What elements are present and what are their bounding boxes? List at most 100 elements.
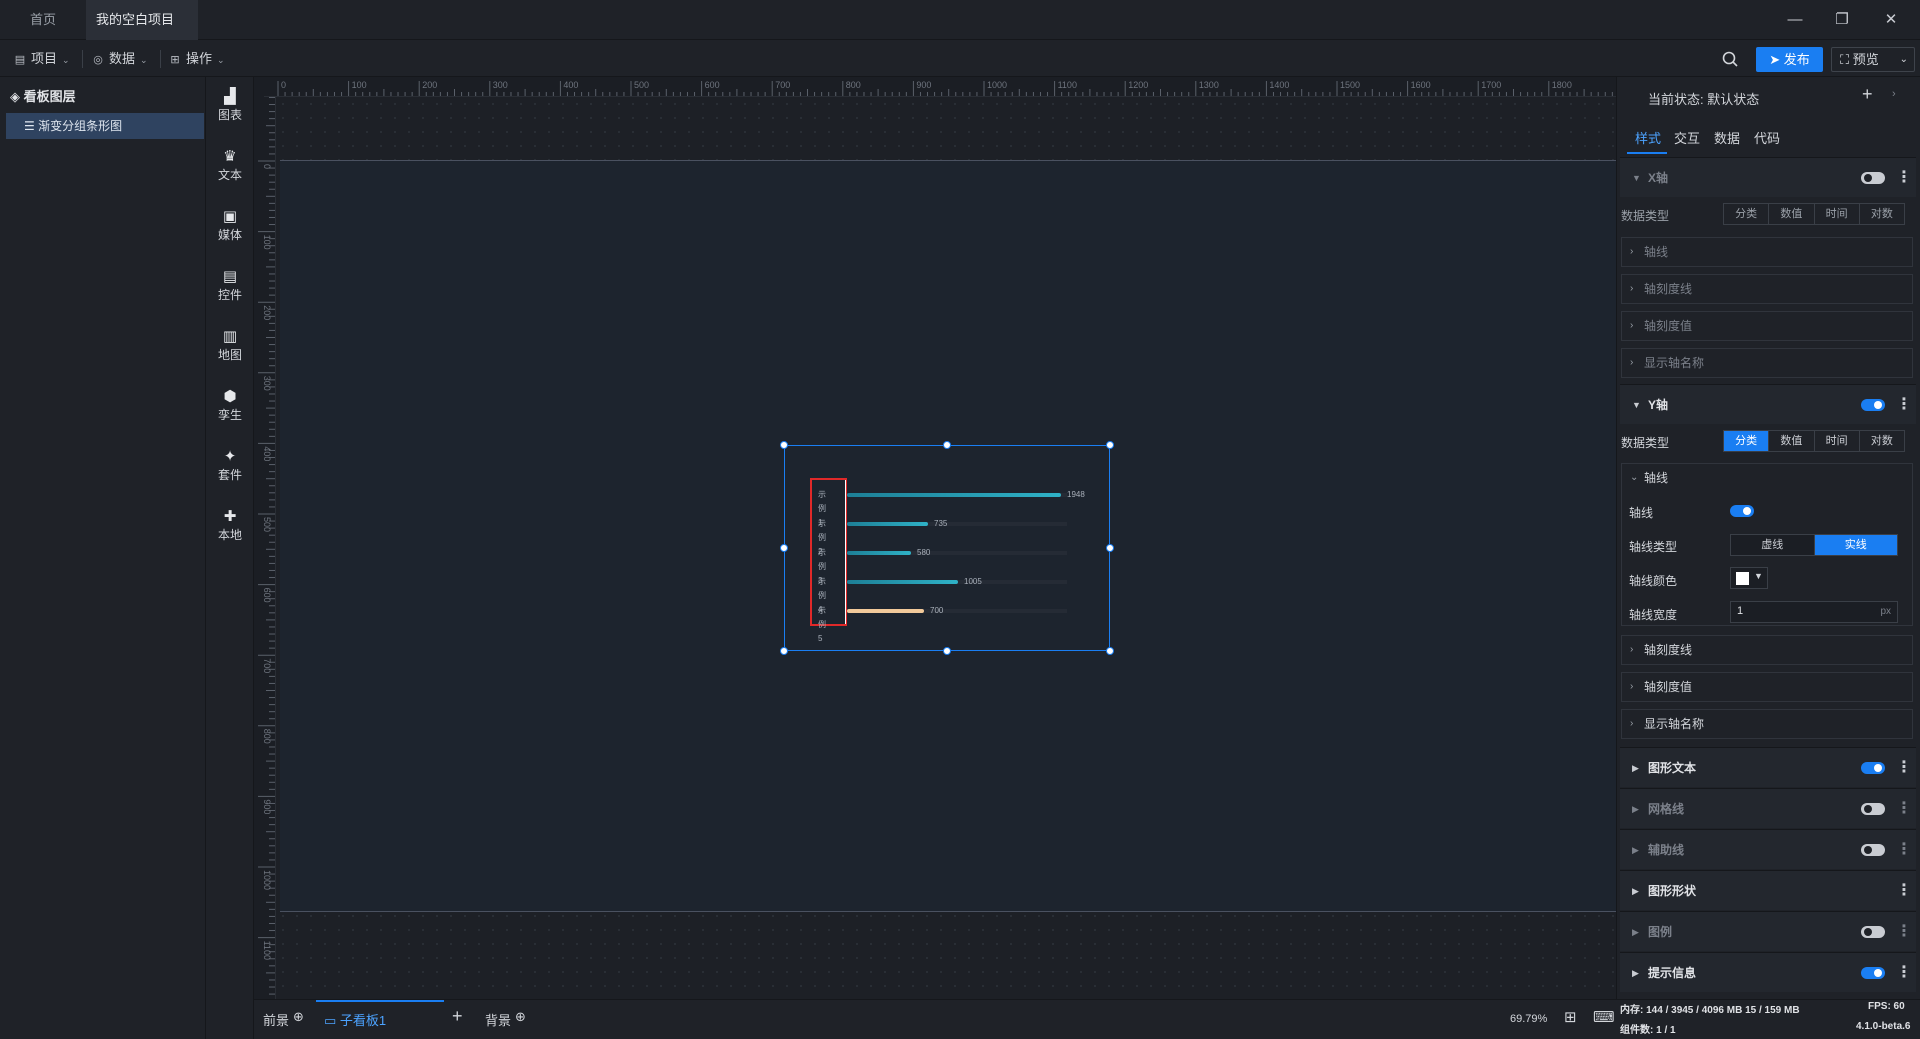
y-type-category[interactable]: 分类 <box>1724 431 1770 451</box>
restore-button[interactable]: ❐ <box>1829 8 1855 32</box>
active-tab-indicator <box>1627 152 1667 154</box>
resize-handle[interactable] <box>943 441 951 449</box>
tool-text[interactable]: ♛ 文本 <box>206 148 254 183</box>
menu-operate[interactable]: ⊞ 操作 ⌄ <box>165 48 224 70</box>
menu-project[interactable]: ▤ 项目 ⌄ <box>10 48 70 70</box>
tool-map[interactable]: ▥ 地图 <box>206 328 254 363</box>
chevron-down-icon[interactable]: ⌄ <box>1630 464 1638 492</box>
ruler-tick-label: 300 <box>493 80 508 90</box>
layer-item[interactable]: ☰ 渐变分组条形图 <box>6 113 204 139</box>
section-toggle[interactable] <box>1861 926 1885 938</box>
more-icon[interactable]: ⋮ <box>1896 924 1912 940</box>
close-button[interactable]: ✕ <box>1878 8 1904 32</box>
more-icon[interactable]: ⋮ <box>1896 170 1912 186</box>
resize-handle[interactable] <box>1106 544 1114 552</box>
x-type-time[interactable]: 时间 <box>1815 204 1860 224</box>
section-grid-line[interactable]: ▶ 网格线 ⋮ <box>1620 788 1916 828</box>
type-dashed[interactable]: 虚线 <box>1731 535 1815 555</box>
x-type-value[interactable]: 数值 <box>1769 204 1815 224</box>
x-data-type-selector[interactable]: 分类 数值 时间 对数 <box>1723 203 1905 225</box>
section-toggle[interactable] <box>1861 762 1885 774</box>
chevron-right-icon[interactable]: › <box>1892 88 1896 100</box>
preview-button[interactable]: ⛶ 预览 ⌄ <box>1831 47 1915 72</box>
add-state-button[interactable]: + <box>1862 84 1873 105</box>
background-tab[interactable]: 背景 ⊕ <box>485 1009 526 1029</box>
x-type-category[interactable]: 分类 <box>1724 204 1770 224</box>
y-axis-line <box>845 480 846 624</box>
search-icon[interactable] <box>1722 51 1738 67</box>
add-circle-icon[interactable]: ⊕ <box>293 1009 304 1024</box>
y-subsection-axisname[interactable]: › 显示轴名称 <box>1621 709 1913 739</box>
resize-handle[interactable] <box>780 647 788 655</box>
keyboard-icon[interactable]: ⌨ <box>1593 1008 1615 1026</box>
section-x-axis[interactable]: ▼ X轴 ⋮ <box>1620 157 1916 197</box>
x-data-type-label: 数据类型 <box>1621 209 1670 223</box>
section-graphic-text[interactable]: ▶ 图形文本 ⋮ <box>1620 747 1916 787</box>
y-type-log[interactable]: 对数 <box>1860 431 1904 451</box>
resize-handle[interactable] <box>943 647 951 655</box>
tool-chart[interactable]: ▟ 图表 <box>206 88 254 123</box>
more-icon[interactable]: ⋮ <box>1896 801 1912 817</box>
x-subsection-ticklabel[interactable]: › 轴刻度值 <box>1621 311 1913 341</box>
y-type-time[interactable]: 时间 <box>1815 431 1860 451</box>
section-graphic-shape[interactable]: ▶ 图形形状 ⋮ <box>1620 870 1916 910</box>
x-subsection-tickline[interactable]: › 轴刻度线 <box>1621 274 1913 304</box>
resize-handle[interactable] <box>780 441 788 449</box>
state-value[interactable]: 默认状态 <box>1707 92 1759 107</box>
section-legend[interactable]: ▶ 图例 ⋮ <box>1620 911 1916 951</box>
y-subsection-tickline[interactable]: › 轴刻度线 <box>1621 635 1913 665</box>
tab-code[interactable]: 代码 <box>1754 128 1780 147</box>
more-icon[interactable]: ⋮ <box>1896 883 1912 899</box>
more-icon[interactable]: ⋮ <box>1896 397 1912 413</box>
add-circle-icon[interactable]: ⊕ <box>515 1009 526 1024</box>
x-type-log[interactable]: 对数 <box>1860 204 1904 224</box>
component-count: 组件数: 1 / 1 <box>1620 1025 1676 1036</box>
y-subsection-ticklabel[interactable]: › 轴刻度值 <box>1621 672 1913 702</box>
publish-button[interactable]: ➤ 发布 <box>1756 47 1823 72</box>
y-data-type-selector[interactable]: 分类 数值 时间 对数 <box>1723 430 1905 452</box>
tool-widget[interactable]: ▤ 控件 <box>206 268 254 303</box>
resize-handle[interactable] <box>780 544 788 552</box>
section-y-axis[interactable]: ▼ Y轴 ⋮ <box>1620 384 1916 424</box>
section-toggle[interactable] <box>1861 844 1885 856</box>
axisline-type-selector[interactable]: 虚线 实线 <box>1730 534 1898 556</box>
tab-home[interactable]: 首页 <box>0 0 86 40</box>
more-icon[interactable]: ⋮ <box>1896 842 1912 858</box>
type-solid[interactable]: 实线 <box>1814 535 1897 555</box>
axisline-width-input[interactable]: 1 px <box>1730 601 1898 623</box>
tab-data[interactable]: 数据 <box>1714 128 1740 147</box>
menu-data[interactable]: ◎ 数据 ⌄ <box>88 48 147 70</box>
child-board-tab[interactable]: ▭ 子看板1 <box>316 1000 444 1039</box>
tab-interaction[interactable]: 交互 <box>1674 128 1700 147</box>
tool-media[interactable]: ▣ 媒体 <box>206 208 254 243</box>
x-axis-toggle[interactable] <box>1861 172 1885 184</box>
tab-style[interactable]: 样式 <box>1635 128 1661 147</box>
more-icon[interactable]: ⋮ <box>1896 760 1912 776</box>
resize-handle[interactable] <box>1106 647 1114 655</box>
more-icon[interactable]: ⋮ <box>1896 965 1912 981</box>
tab-project[interactable]: 我的空白项目 <box>86 0 198 65</box>
x-subsection-axisline[interactable]: › 轴线 <box>1621 237 1913 267</box>
fullscreen-icon: ⛶ <box>1840 52 1853 67</box>
tool-local[interactable]: ✚ 本地 <box>206 508 254 543</box>
tool-twin[interactable]: ⬢ 孪生 <box>206 388 254 423</box>
section-toggle[interactable] <box>1861 967 1885 979</box>
foreground-tab[interactable]: 前景 ⊕ <box>263 1009 304 1029</box>
ruler-tick-label: 1200 <box>1128 80 1148 90</box>
axisline-color-picker[interactable]: ▼ <box>1730 567 1768 589</box>
add-board-button[interactable]: + <box>452 1006 463 1027</box>
tool-kit[interactable]: ✦ 套件 <box>206 448 254 483</box>
title-bar: 首页 我的空白项目 — ❐ ✕ <box>0 0 1920 65</box>
y-type-value[interactable]: 数值 <box>1769 431 1815 451</box>
section-guide-line[interactable]: ▶ 辅助线 ⋮ <box>1620 829 1916 869</box>
axisline-toggle[interactable] <box>1730 505 1754 517</box>
y-axis-toggle[interactable] <box>1861 399 1885 411</box>
subsection-title[interactable]: 轴线 <box>1644 464 1668 492</box>
fit-screen-icon[interactable]: ⊞ <box>1564 1008 1577 1026</box>
x-subsection-axisname[interactable]: › 显示轴名称 <box>1621 348 1913 378</box>
minimize-button[interactable]: — <box>1782 8 1808 32</box>
section-tooltip[interactable]: ▶ 提示信息 ⋮ <box>1620 952 1916 992</box>
section-toggle[interactable] <box>1861 803 1885 815</box>
zoom-level[interactable]: 69.79% <box>1510 1013 1547 1025</box>
resize-handle[interactable] <box>1106 441 1114 449</box>
